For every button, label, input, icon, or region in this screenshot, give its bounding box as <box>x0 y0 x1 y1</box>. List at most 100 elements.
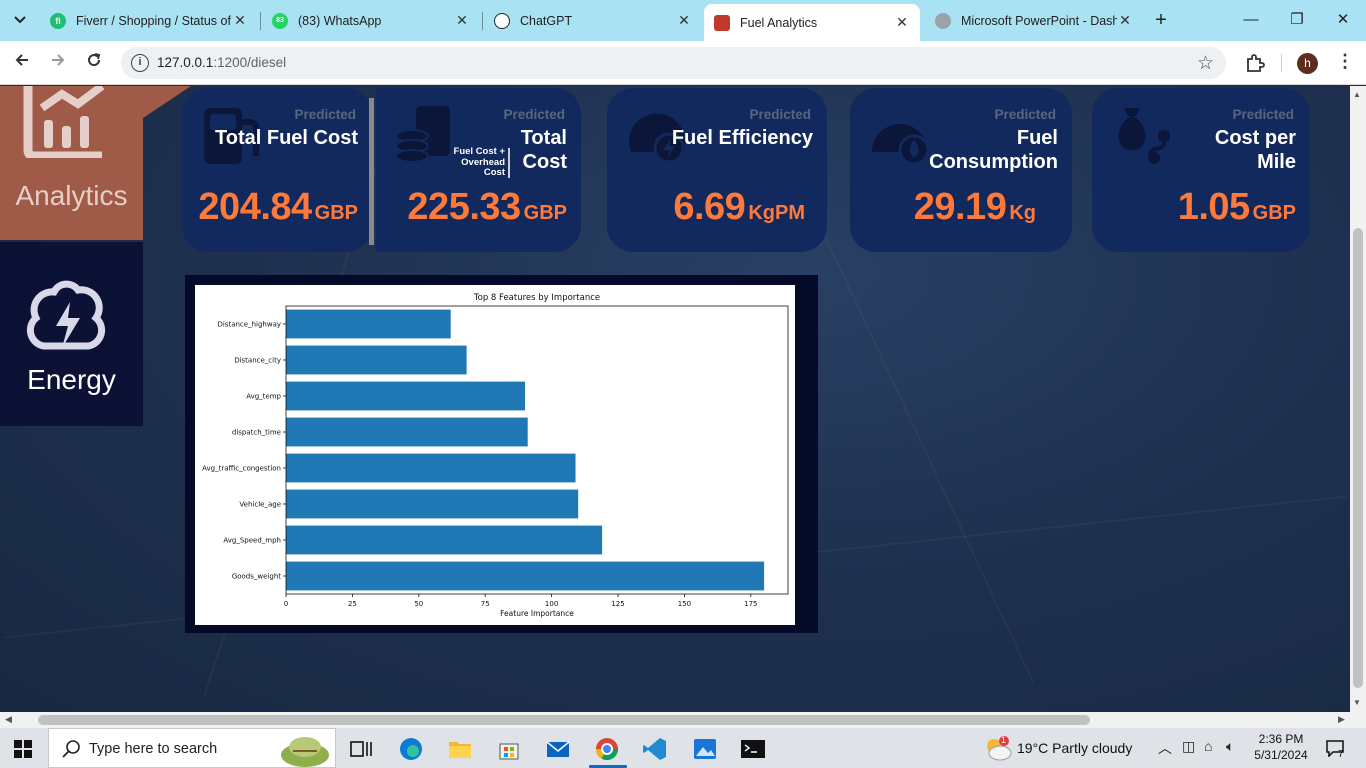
whatsapp-icon: 83 <box>272 12 288 29</box>
url-text[interactable]: 127.0.0.1:1200/diesel <box>157 55 286 70</box>
browser-menu-icon[interactable]: ⋮ <box>1336 51 1354 72</box>
bar <box>286 417 528 447</box>
x-tick-label: 50 <box>414 600 423 608</box>
site-info-icon[interactable]: i <box>131 54 149 72</box>
network-icon[interactable]: ⌂ <box>1204 738 1212 754</box>
microsoft-store-icon[interactable] <box>496 736 522 762</box>
volume-icon[interactable]: 🔈︎ <box>1226 738 1234 755</box>
windows-start-icon[interactable] <box>14 740 32 758</box>
y-tick-label: Goods_weight <box>232 573 281 581</box>
profile-avatar[interactable]: h <box>1297 53 1318 74</box>
scroll-right-arrow[interactable]: ▶ <box>1338 714 1345 725</box>
card-total-cost: Predicted Total Cost Fuel Cost + Overhea… <box>376 88 581 252</box>
task-view-icon[interactable] <box>348 736 374 762</box>
horizontal-scrollbar[interactable]: ◀ ▶ <box>0 712 1366 728</box>
chevron-down-icon <box>14 16 26 24</box>
show-hidden-icons-chevron-icon[interactable]: ︿ <box>1158 738 1172 758</box>
tab-search-button[interactable] <box>8 8 32 32</box>
bar <box>286 381 526 411</box>
chatgpt-icon <box>494 12 510 29</box>
card-fuel-efficiency: Predicted Fuel Efficiency 6.69 KgPM <box>607 88 827 252</box>
bar <box>286 345 467 375</box>
predicted-label: Predicted <box>294 107 356 122</box>
close-icon[interactable]: ✕ <box>454 12 470 29</box>
tab-divider <box>260 12 261 30</box>
predicted-label: Predicted <box>503 107 565 122</box>
tab-whatsapp[interactable]: 83 (83) WhatsApp ✕ <box>262 4 480 37</box>
new-tab-button[interactable]: + <box>1150 9 1172 31</box>
chrome-icon[interactable] <box>594 736 620 762</box>
address-toolbar: i 127.0.0.1:1200/diesel ☆ h ⋮ <box>0 41 1366 85</box>
clock-date: 5/31/2024 <box>1254 748 1308 762</box>
card-value: 29.19 Kg <box>913 186 1036 228</box>
bar <box>286 309 451 339</box>
system-clock[interactable]: 2:36 PM 5/31/2024 <box>1247 731 1315 763</box>
card-title: Fuel Consumption <box>929 127 1058 173</box>
card-title: Total Cost <box>520 127 567 173</box>
reload-icon <box>88 53 101 67</box>
tab-fiverr[interactable]: fi Fiverr / Shopping / Status of ✕ <box>40 4 258 37</box>
scroll-left-arrow[interactable]: ◀ <box>5 714 12 725</box>
bar <box>286 489 579 519</box>
partly-cloudy-icon <box>987 736 1012 761</box>
photos-icon[interactable] <box>692 736 718 762</box>
back-button[interactable] <box>10 51 34 75</box>
close-icon[interactable]: ✕ <box>1117 12 1133 29</box>
sidebar-label-energy: Energy <box>27 364 116 395</box>
close-icon[interactable]: ✕ <box>232 12 248 29</box>
close-icon[interactable]: ✕ <box>676 12 692 29</box>
minimize-button[interactable]: — <box>1236 8 1266 32</box>
x-axis-label: Feature Importance <box>500 609 574 618</box>
money-route-icon <box>1118 108 1170 164</box>
horizontal-scroll-thumb[interactable] <box>38 715 1090 725</box>
extensions-puzzle-icon[interactable] <box>1244 52 1266 74</box>
search-icon <box>62 740 80 758</box>
close-window-button[interactable]: ✕ <box>1328 8 1358 32</box>
weather-widget[interactable]: 1 19°C Partly cloudy <box>984 735 1144 762</box>
file-explorer-icon[interactable] <box>447 736 473 762</box>
vertical-scroll-thumb[interactable] <box>1353 228 1363 688</box>
sidebar-label-analytics: Analytics <box>15 180 128 211</box>
x-tick-label: 25 <box>348 600 357 608</box>
x-tick-label: 150 <box>678 600 691 608</box>
tab-chatgpt[interactable]: ChatGPT ✕ <box>484 4 702 37</box>
sidebar-item-energy[interactable]: Energy <box>0 242 143 426</box>
notification-count: 7 <box>1338 749 1344 760</box>
mail-icon[interactable] <box>545 736 571 762</box>
tab-title: Microsoft PowerPoint - Dash <box>961 13 1117 28</box>
y-tick-label: Avg_Speed_mph <box>223 537 281 545</box>
card-value: 6.69 KgPM <box>673 186 805 228</box>
predicted-label: Predicted <box>749 107 811 122</box>
tab-divider <box>482 12 483 30</box>
scroll-up-arrow[interactable]: ▲ <box>1353 90 1361 99</box>
search-highlight-illustration-icon <box>281 737 329 767</box>
fuel-pump-icon <box>714 14 730 31</box>
meet-now-icon[interactable]: ◫ <box>1182 738 1195 755</box>
tab-title: (83) WhatsApp <box>298 13 382 28</box>
predicted-label: Predicted <box>1232 107 1294 122</box>
search-placeholder: Type here to search <box>89 741 218 757</box>
forward-button[interactable] <box>46 51 70 75</box>
bar <box>286 525 603 555</box>
scroll-down-arrow[interactable]: ▼ <box>1353 698 1361 707</box>
terminal-icon[interactable] <box>740 736 766 762</box>
vertical-scrollbar[interactable]: ▲ ▼ <box>1350 86 1366 712</box>
reload-button[interactable] <box>82 51 106 75</box>
tab-title: Fuel Analytics <box>740 15 818 30</box>
vscode-icon[interactable] <box>642 736 668 762</box>
bookmark-star-icon[interactable]: ☆ <box>1197 52 1214 75</box>
taskbar-search-box[interactable]: Type here to search <box>48 728 336 768</box>
close-icon[interactable]: ✕ <box>894 14 910 31</box>
browser-tab-strip: fi Fiverr / Shopping / Status of ✕ 83 (8… <box>0 0 1366 41</box>
address-bar[interactable]: i 127.0.0.1:1200/diesel ☆ <box>121 47 1226 79</box>
arrow-left-icon <box>15 54 28 66</box>
card-title: Total Fuel Cost <box>215 127 358 149</box>
restore-button[interactable]: ❐ <box>1282 8 1312 32</box>
tab-fuel-analytics[interactable]: Fuel Analytics ✕ <box>704 4 920 41</box>
sidebar-item-analytics[interactable]: Analytics <box>0 86 191 240</box>
feature-importance-chart-panel: Top 8 Features by Importance Distance_hig… <box>185 275 818 633</box>
y-tick-label: Avg_traffic_congestion <box>202 465 281 473</box>
tab-powerpoint[interactable]: Microsoft PowerPoint - Dash ✕ <box>925 4 1143 37</box>
card-divider <box>369 98 374 245</box>
edge-browser-icon[interactable] <box>398 736 424 762</box>
